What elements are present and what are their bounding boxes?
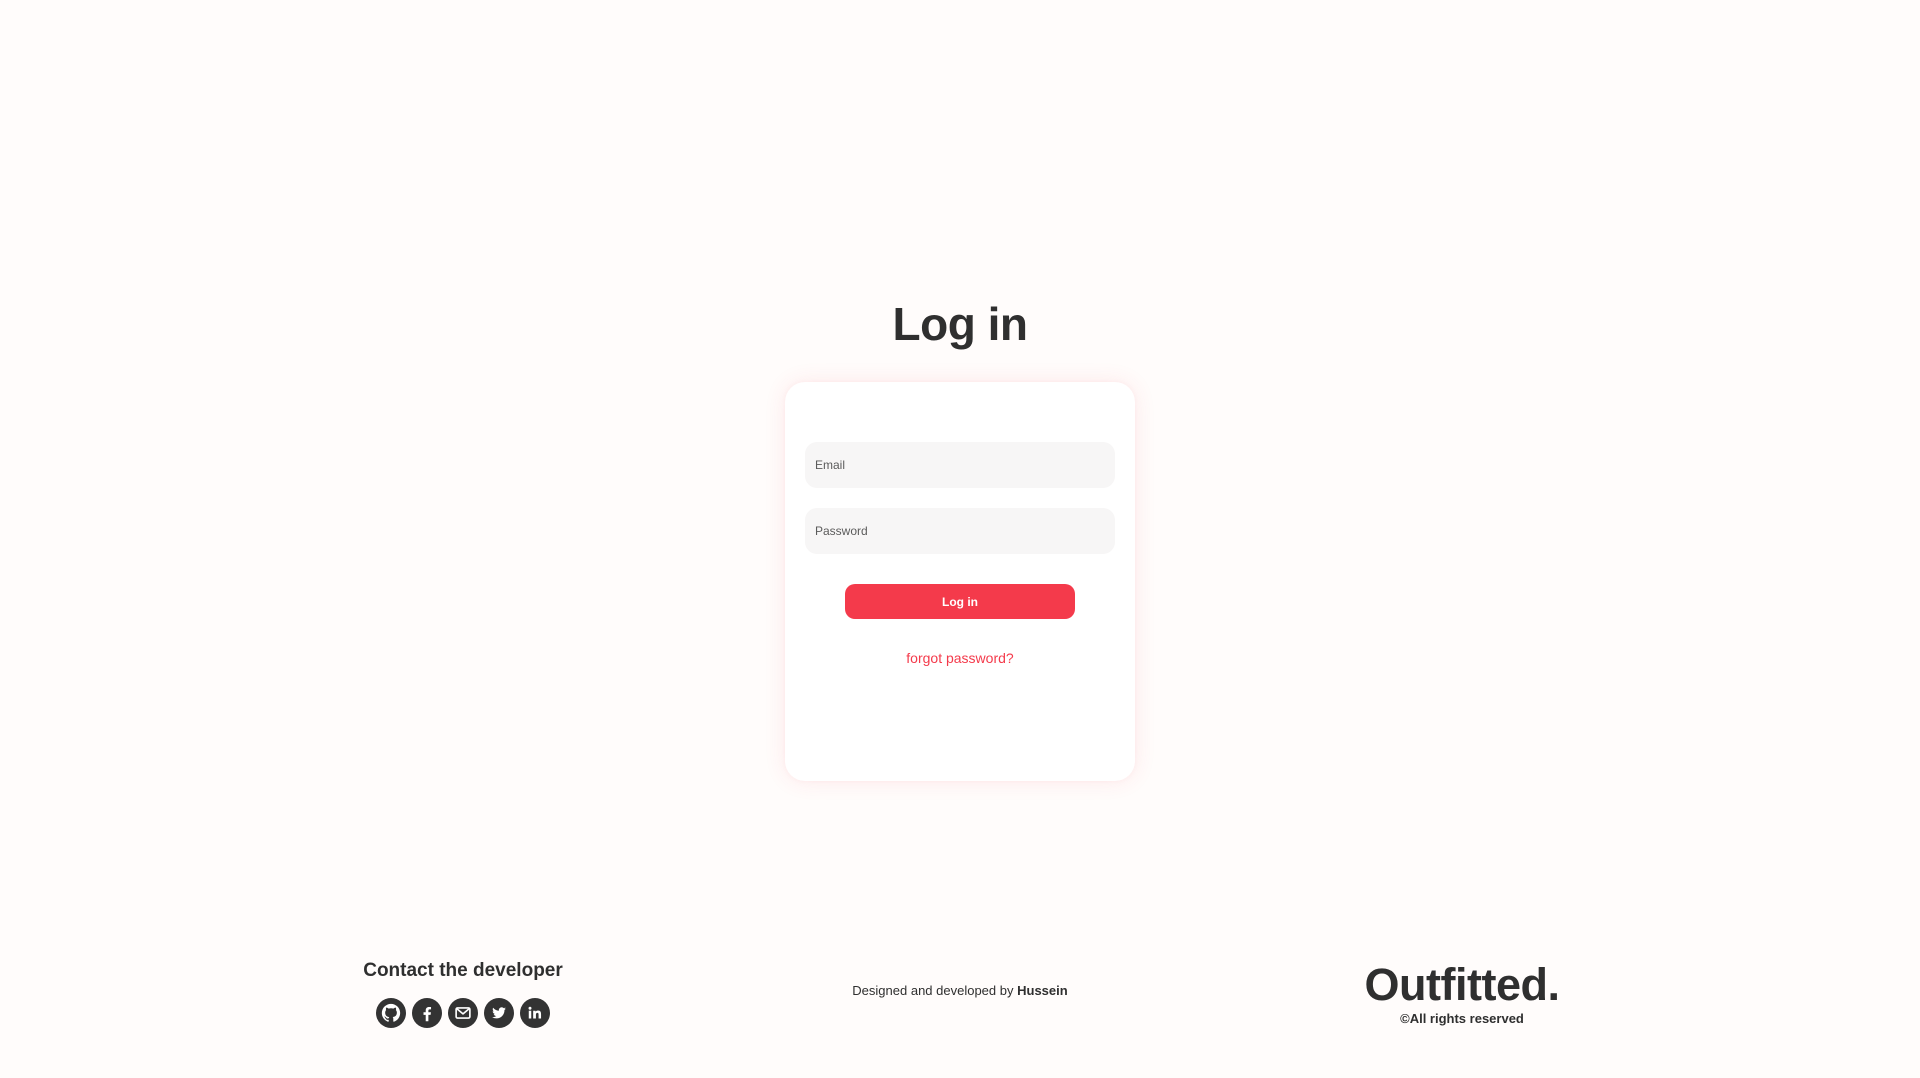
brand-section: Outfitted. ©All rights reserved xyxy=(1330,960,1594,1028)
page-title: Log in xyxy=(892,298,1028,350)
twitter-icon[interactable] xyxy=(484,998,514,1028)
login-card: Log in forgot password? xyxy=(785,382,1135,781)
forgot-password-link[interactable]: forgot password? xyxy=(785,650,1135,666)
rights-text: ©All rights reserved xyxy=(1400,1011,1524,1026)
contact-heading: Contact the developer xyxy=(363,960,563,981)
social-links xyxy=(340,998,586,1028)
password-field[interactable] xyxy=(805,508,1115,554)
gmail-icon[interactable] xyxy=(448,998,478,1028)
credit-name: Hussein xyxy=(1017,983,1068,998)
facebook-icon[interactable] xyxy=(412,998,442,1028)
brand-logo: Outfitted. xyxy=(1364,959,1560,1010)
credit-text: Designed and developed by Hussein xyxy=(0,983,1920,998)
linkedin-icon[interactable] xyxy=(520,998,550,1028)
email-field[interactable] xyxy=(805,442,1115,488)
github-icon[interactable] xyxy=(376,998,406,1028)
credit-prefix: Designed and developed by xyxy=(852,983,1014,998)
login-button[interactable]: Log in xyxy=(845,584,1075,619)
